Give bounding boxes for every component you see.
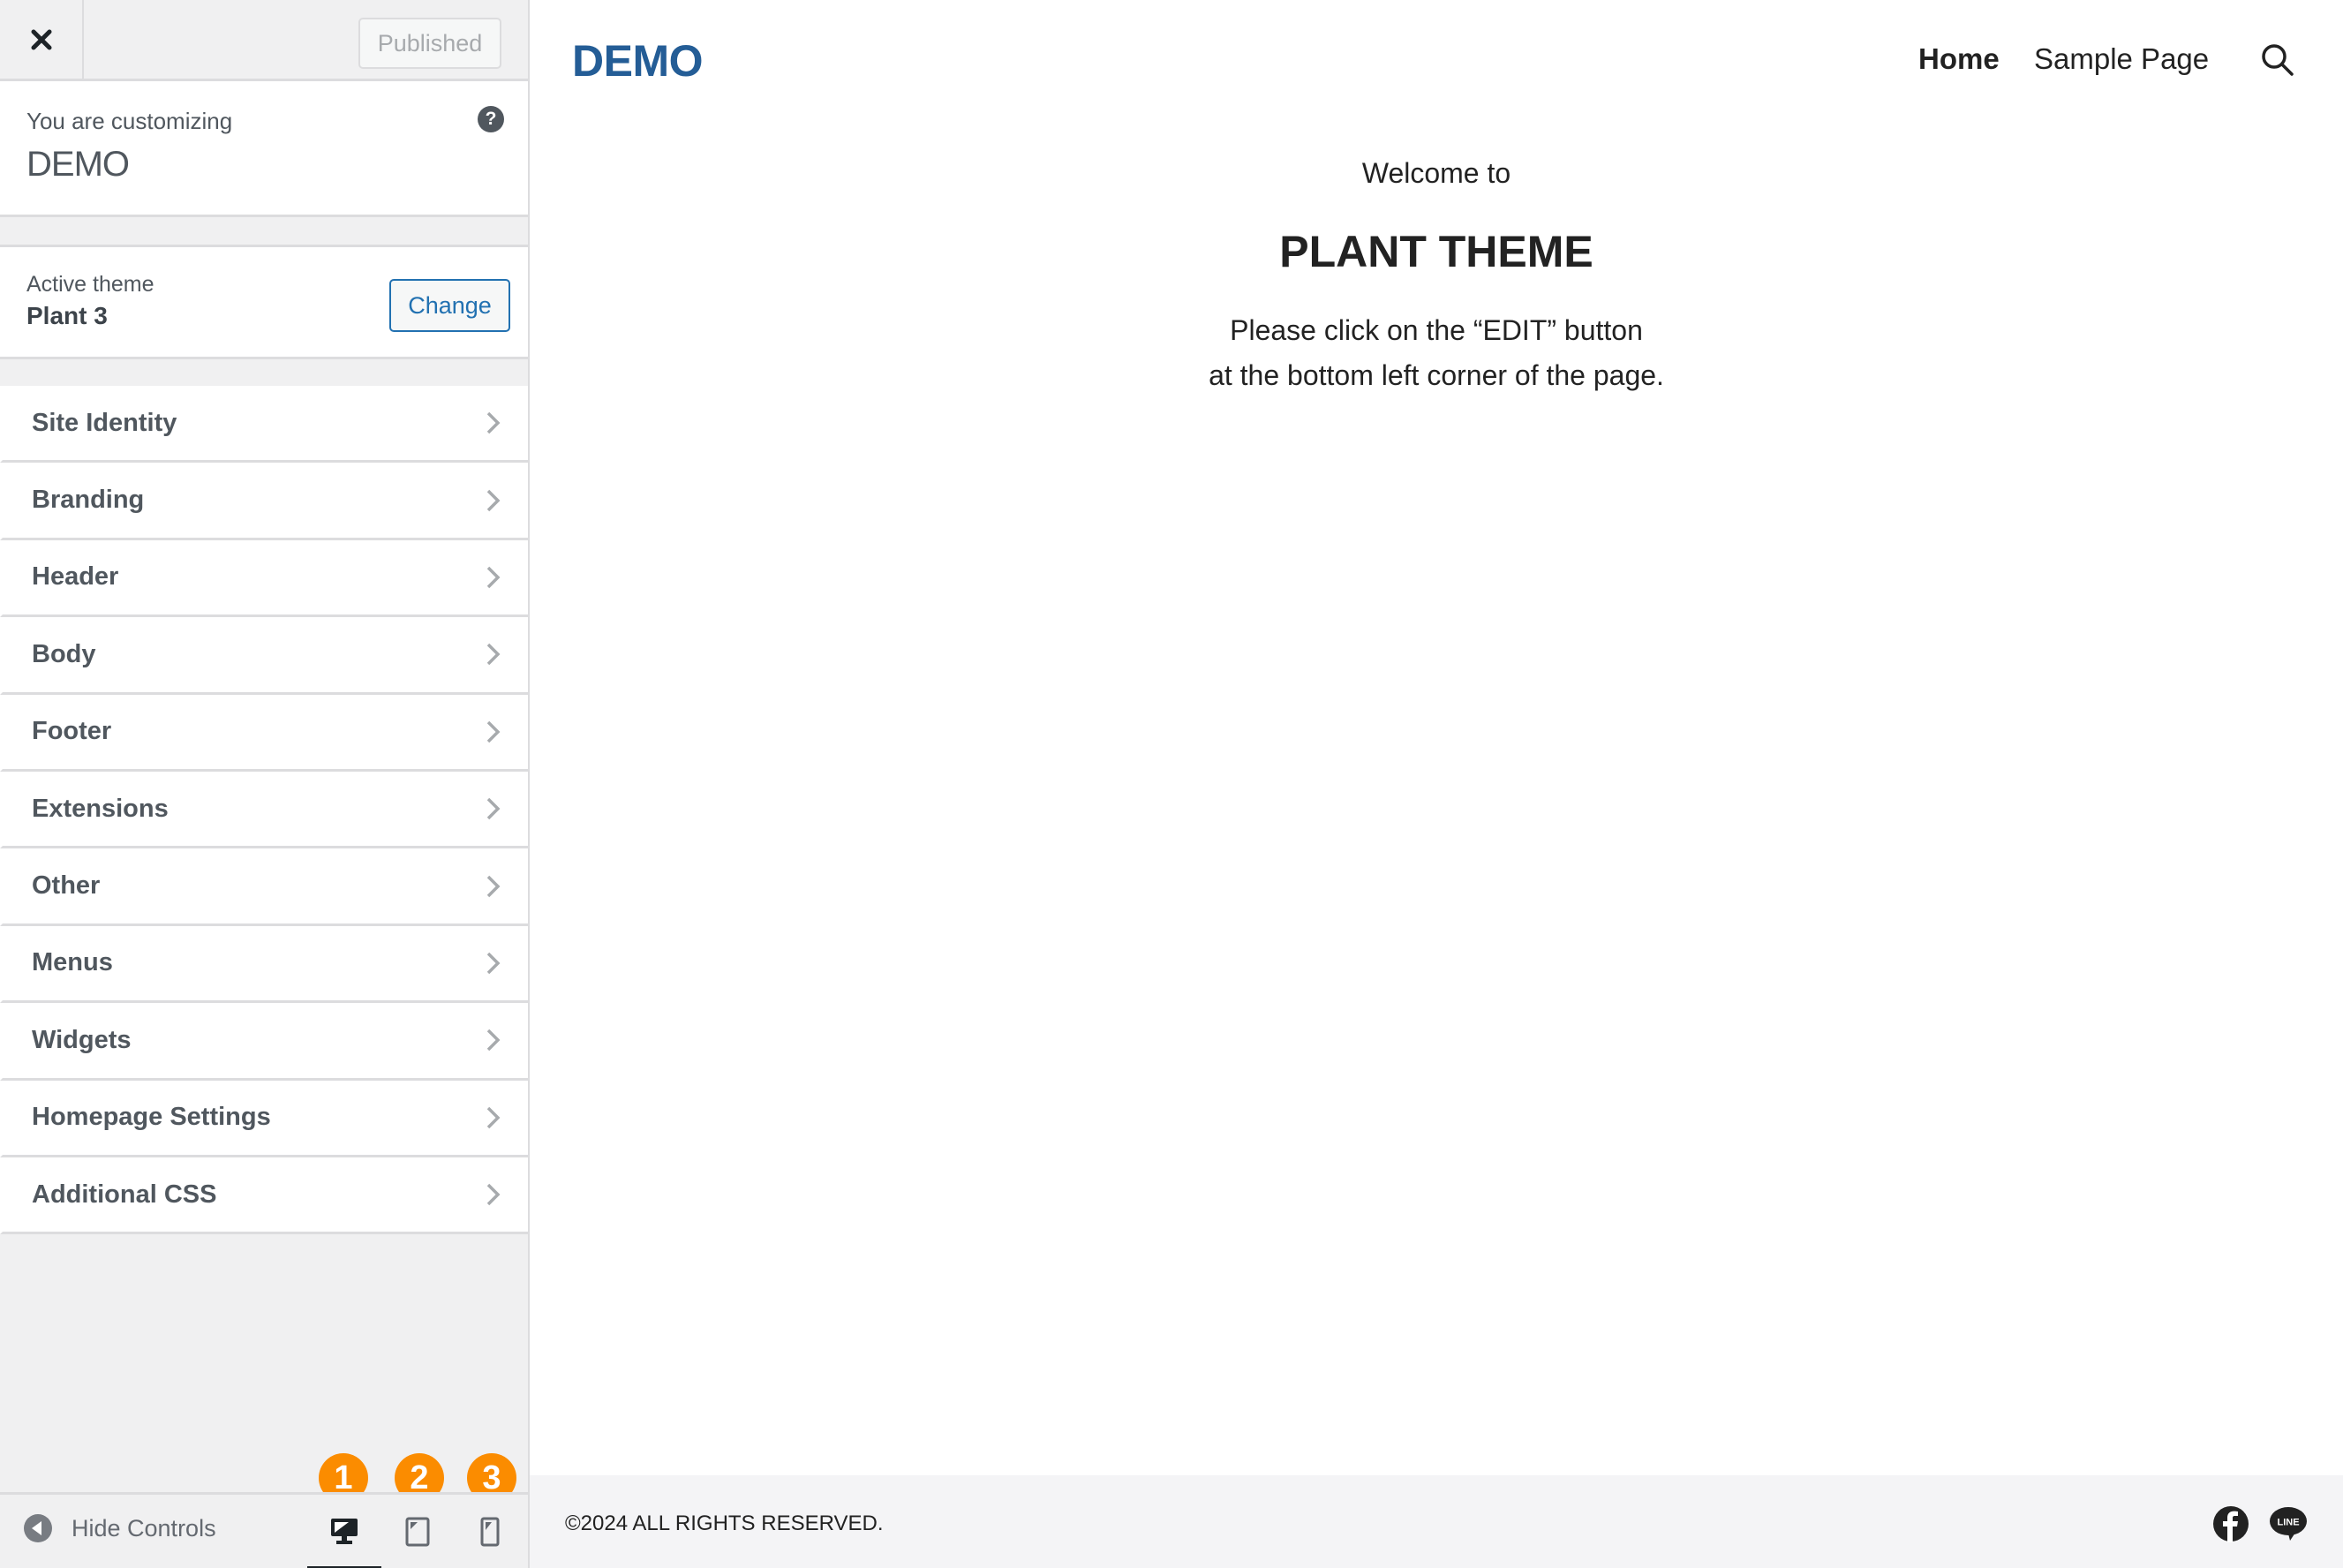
menu-item-additional-css[interactable]: Additional CSS (0, 1157, 528, 1235)
menu-item-menus[interactable]: Menus (0, 925, 528, 1004)
hero-text-line-2: at the bottom left corner of the page. (1209, 359, 1664, 391)
menu-item-label: Footer (32, 717, 112, 746)
close-icon (31, 29, 51, 49)
published-button[interactable]: Published (358, 18, 501, 69)
menu-item-body[interactable]: Body (0, 617, 528, 695)
preview-tablet-button[interactable] (380, 1495, 455, 1568)
menu-item-branding[interactable]: Branding (0, 463, 528, 540)
menu-item-widgets[interactable]: Widgets (0, 1003, 528, 1081)
menu-item-other[interactable]: Other (0, 848, 528, 926)
chevron-right-icon (486, 1183, 501, 1206)
site-preview: DEMO Home Sample Page Welcome to PLANT T… (530, 0, 2343, 1568)
site-title: DEMO (26, 145, 130, 184)
preview-desktop-button[interactable] (307, 1495, 381, 1568)
chevron-right-icon (486, 952, 501, 975)
change-theme-button[interactable]: Change (389, 279, 510, 332)
menu-item-extensions[interactable]: Extensions (0, 771, 528, 849)
menu-item-label: Additional CSS (32, 1180, 217, 1209)
hide-controls-label: Hide Controls (72, 1514, 216, 1542)
menu-item-header[interactable]: Header (0, 539, 528, 618)
menu-item-label: Body (32, 639, 96, 668)
customizing-label: You are customizing (26, 108, 233, 134)
menu-item-label: Widgets (32, 1025, 132, 1054)
facebook-icon (2213, 1506, 2249, 1542)
sidebar-header: Published (0, 0, 528, 81)
chevron-right-icon (486, 720, 501, 743)
collapse-arrow-icon (24, 1514, 52, 1542)
active-theme-name: Plant 3 (26, 302, 108, 329)
chevron-right-icon (486, 1106, 501, 1128)
menu-item-label: Other (32, 871, 101, 901)
menu-item-label: Homepage Settings (32, 1103, 271, 1132)
menu-item-site-identity[interactable]: Site Identity (0, 386, 528, 464)
facebook-link[interactable] (2212, 1505, 2249, 1542)
tablet-icon (405, 1517, 430, 1547)
menu-item-footer[interactable]: Footer (0, 694, 528, 772)
menu-item-label: Header (32, 562, 119, 592)
menu-item-label: Menus (32, 948, 113, 977)
preview-mobile-button[interactable] (453, 1495, 527, 1568)
hide-controls-button[interactable]: Hide Controls (24, 1514, 216, 1542)
active-theme-label: Active theme (26, 272, 154, 297)
chevron-right-icon (486, 797, 501, 820)
sidebar-footer: Hide Controls (0, 1492, 528, 1568)
site-logo[interactable]: DEMO (572, 35, 704, 87)
menu-item-homepage-settings[interactable]: Homepage Settings (0, 1080, 528, 1157)
nav-sample-page-link[interactable]: Sample Page (2034, 42, 2209, 76)
menu-item-label: Branding (32, 486, 145, 515)
menu-item-label: Site Identity (32, 408, 177, 437)
chevron-right-icon (486, 875, 501, 897)
search-button[interactable] (2260, 42, 2295, 78)
hero-text-line-1: Please click on the “EDIT” button (1230, 314, 1643, 346)
customizer-menu: Site Identity Branding Header Body Foote… (0, 386, 528, 1235)
chevron-right-icon (486, 489, 501, 511)
menu-item-label: Extensions (32, 794, 169, 823)
line-icon: LINE (2270, 1507, 2307, 1541)
customizer-sidebar: Published You are customizing DEMO ? Act… (0, 0, 530, 1568)
active-theme-panel: Active theme Plant 3 Change (0, 245, 528, 359)
chevron-right-icon (486, 566, 501, 589)
help-icon[interactable]: ? (478, 106, 504, 132)
hero-title: PLANT THEME (1279, 227, 1593, 276)
nav-home-link[interactable]: Home (1918, 42, 2000, 76)
close-customizer-button[interactable] (0, 0, 84, 79)
line-link[interactable]: LINE (2269, 1505, 2308, 1542)
desktop-icon (331, 1518, 358, 1544)
copyright-text: ©2024 ALL RIGHTS RESERVED. (565, 1511, 884, 1535)
chevron-right-icon (486, 644, 501, 666)
line-icon-text: LINE (2277, 1518, 2299, 1528)
search-icon (2262, 44, 2294, 76)
customizing-info: You are customizing DEMO ? (0, 81, 528, 217)
welcome-text: Welcome to (1361, 157, 1511, 189)
chevron-right-icon (486, 411, 501, 434)
site-footer: ©2024 ALL RIGHTS RESERVED. LINE (530, 1475, 2343, 1568)
chevron-right-icon (486, 1029, 501, 1052)
mobile-icon (480, 1517, 500, 1547)
